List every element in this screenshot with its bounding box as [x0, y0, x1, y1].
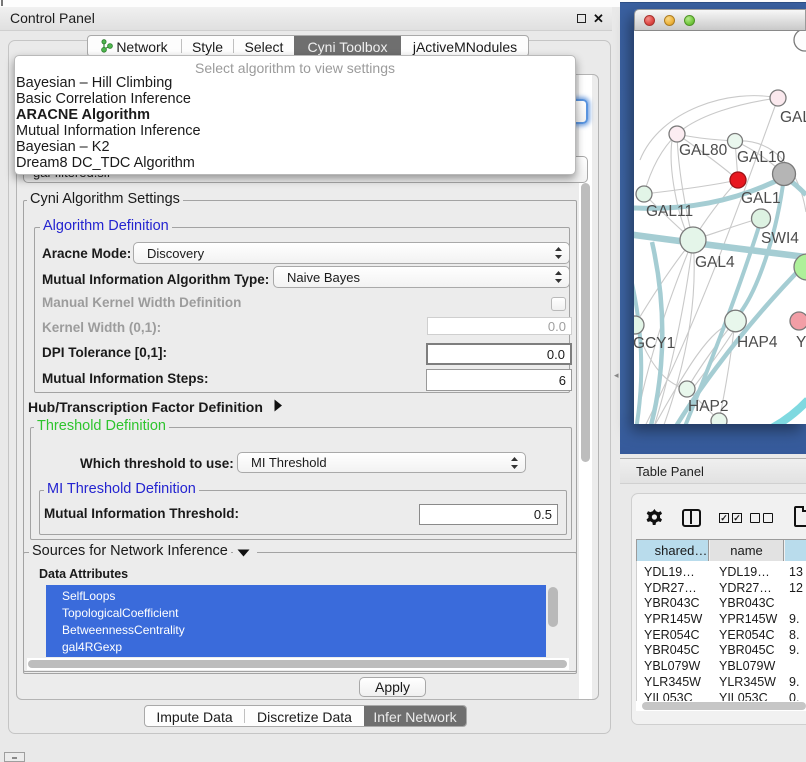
svg-text:SWI4: SWI4: [761, 230, 799, 247]
svg-text:GAL4: GAL4: [695, 254, 735, 271]
svg-text:GAL10: GAL10: [737, 149, 786, 166]
svg-text:GAL80: GAL80: [679, 142, 728, 159]
svg-text:GAL11: GAL11: [646, 203, 693, 220]
svg-text:HAP2: HAP2: [688, 398, 729, 415]
svg-text:GAL7: GAL7: [780, 109, 806, 126]
svg-text:GCY1: GCY1: [634, 335, 675, 352]
svg-text:Y: Y: [796, 334, 806, 351]
svg-text:HAP4: HAP4: [737, 334, 778, 351]
svg-text:GAL1: GAL1: [741, 190, 781, 207]
